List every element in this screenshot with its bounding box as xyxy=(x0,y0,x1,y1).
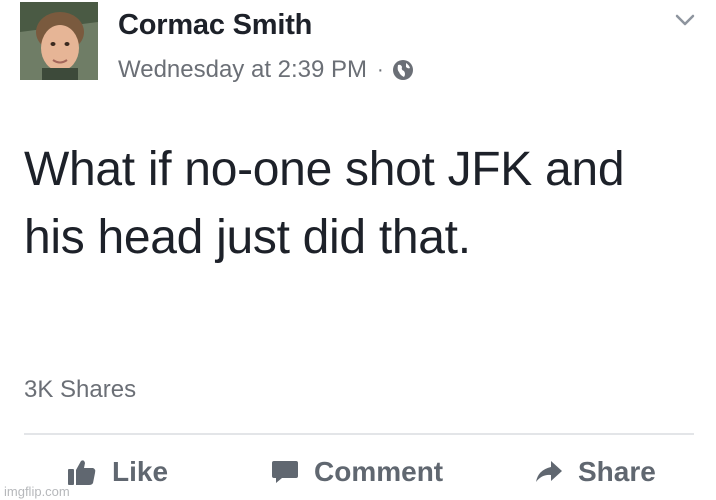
post-text: What if no-one shot JFK and his head jus… xyxy=(24,143,625,264)
action-bar: Like Comment Share xyxy=(0,452,716,496)
shares-count[interactable]: 3K Shares xyxy=(24,376,136,404)
avatar-image xyxy=(20,2,98,80)
avatar[interactable] xyxy=(20,2,98,80)
post-timestamp[interactable]: Wednesday at 2:39 PM xyxy=(118,56,367,84)
divider xyxy=(24,433,694,435)
author-name[interactable]: Cormac Smith xyxy=(118,9,312,42)
watermark: imgflip.com xyxy=(4,484,70,499)
globe-icon[interactable] xyxy=(392,59,414,81)
post-meta: Wednesday at 2:39 PM · xyxy=(118,56,414,84)
speech-bubble-icon xyxy=(272,461,298,483)
facebook-post-card: Cormac Smith Wednesday at 2:39 PM · What… xyxy=(0,0,716,500)
chevron-down-icon[interactable] xyxy=(674,12,696,28)
share-label: Share xyxy=(578,456,656,487)
comment-label: Comment xyxy=(314,456,444,487)
share-button[interactable]: Share xyxy=(534,456,656,488)
comment-button[interactable]: Comment xyxy=(270,456,443,488)
like-button[interactable]: Like xyxy=(66,456,168,488)
share-arrow-icon xyxy=(536,461,562,482)
like-label: Like xyxy=(112,456,169,487)
thumbs-up-icon xyxy=(68,460,96,485)
meta-separator: · xyxy=(377,58,384,81)
